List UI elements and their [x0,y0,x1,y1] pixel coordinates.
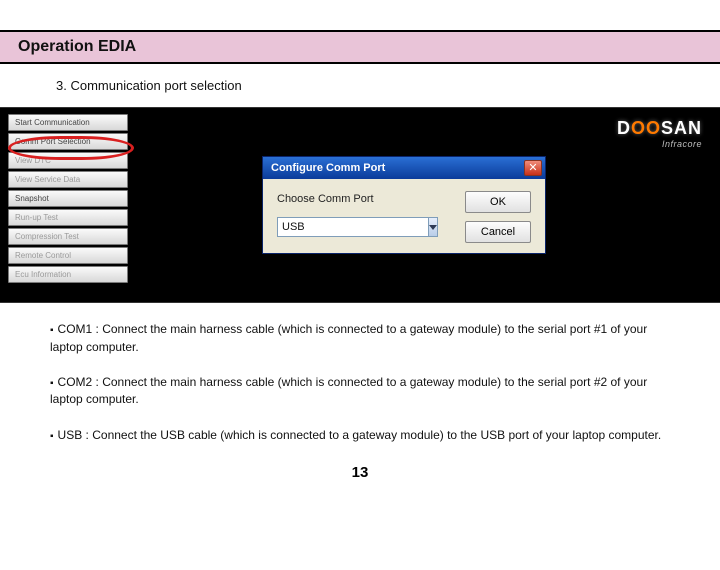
brand-sub: Infracore [617,139,702,149]
bullet-icon: ▪ [50,431,54,442]
menu-view-dtc[interactable]: View DTC [8,152,128,169]
brand-pre: D [617,118,631,138]
menu-snapshot[interactable]: Snapshot [8,190,128,207]
close-icon[interactable]: ✕ [524,160,542,176]
cancel-button[interactable]: Cancel [465,221,531,243]
note-usb: ▪ USB : Connect the USB cable (which is c… [50,427,670,445]
section-title: Operation EDIA [18,38,136,55]
brand-logo: DOOSAN Infracore [617,118,702,149]
side-menu: Start Communication Comm Port Selection … [8,114,128,283]
menu-comm-port-selection[interactable]: Comm Port Selection [8,133,128,150]
brand-accent: OO [631,118,661,138]
bullet-icon: ▪ [50,325,54,336]
note-com2: ▪COM2 : Connect the main harness cable (… [50,374,670,409]
comm-port-input[interactable] [277,217,429,237]
chevron-down-icon[interactable] [429,217,438,237]
menu-ecu-information[interactable]: Ecu Information [8,266,128,283]
instruction-notes: ▪COM1 : Connect the main harness cable (… [0,303,720,444]
note-com1-text: COM1 : Connect the main harness cable (w… [50,322,647,354]
menu-compression-test[interactable]: Compression Test [8,228,128,245]
page-number: 13 [0,462,720,481]
note-usb-text: USB : Connect the USB cable (which is co… [58,428,662,442]
configure-comm-port-dialog: Configure Comm Port ✕ Choose Comm Port O… [262,156,546,254]
note-com1: ▪COM1 : Connect the main harness cable (… [50,321,670,356]
menu-run-up-test[interactable]: Run-up Test [8,209,128,226]
menu-remote-control[interactable]: Remote Control [8,247,128,264]
brand-name: DOOSAN [617,118,702,139]
menu-start-communication[interactable]: Start Communication [8,114,128,131]
section-title-bar: Operation EDIA [0,30,720,64]
menu-view-service-data[interactable]: View Service Data [8,171,128,188]
dialog-titlebar: Configure Comm Port ✕ [263,157,545,179]
bullet-icon: ▪ [50,378,54,389]
dialog-title: Configure Comm Port [271,162,385,174]
brand-post: SAN [661,118,702,138]
dropdown-arrow-icon [429,225,437,230]
ok-button[interactable]: OK [465,191,531,213]
note-com2-text: COM2 : Connect the main harness cable (w… [50,375,647,407]
step-heading: 3. Communication port selection [0,64,720,107]
app-screenshot-area: Start Communication Comm Port Selection … [0,107,720,303]
dialog-body: Choose Comm Port OK Cancel [263,179,545,253]
comm-port-combo[interactable] [277,217,397,237]
